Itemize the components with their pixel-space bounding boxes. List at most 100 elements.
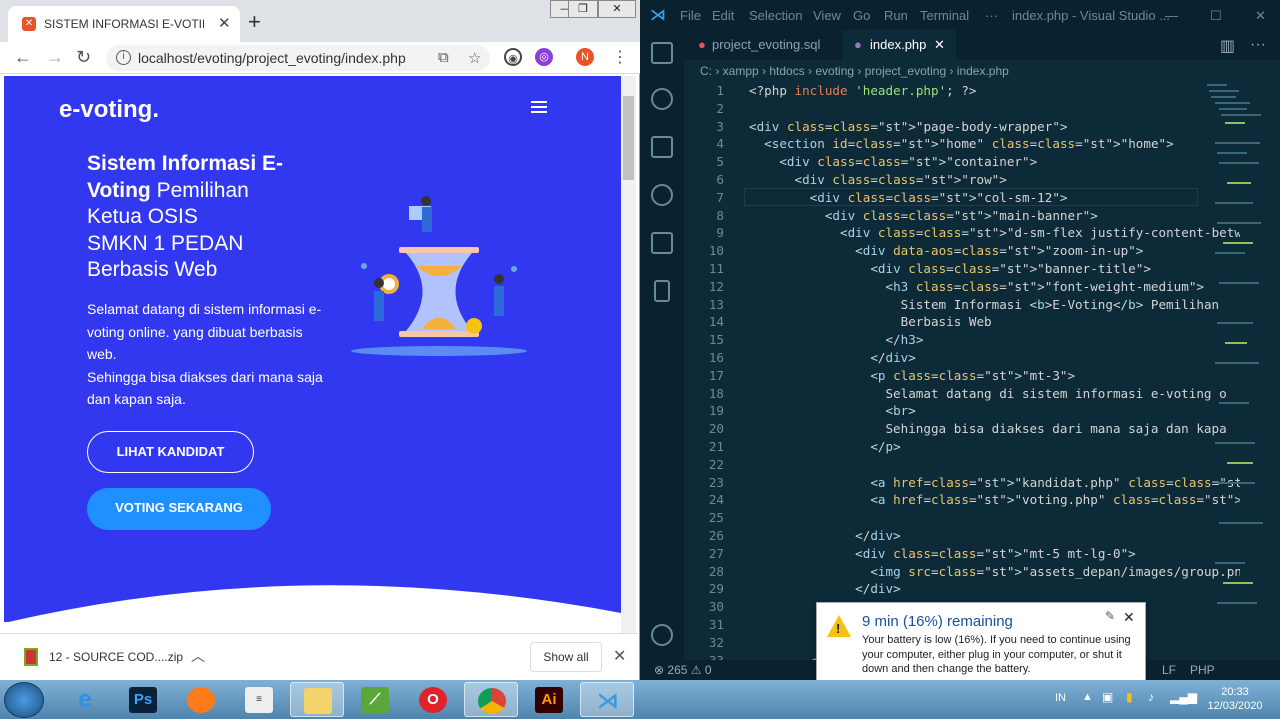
code-line[interactable]: <br> [749, 403, 915, 418]
extensions-icon[interactable] [651, 232, 673, 254]
hamburger-menu-icon[interactable] [531, 101, 547, 113]
page-scrollbar[interactable] [621, 76, 636, 633]
menu-view[interactable]: View [813, 8, 841, 23]
download-file-name[interactable]: 12 - SOURCE COD....zip [49, 650, 183, 664]
vsc-minimize-button[interactable]: — [1165, 8, 1178, 23]
explorer-icon[interactable] [651, 42, 673, 64]
code-line[interactable]: <a href=class="st">"kandidat.php" class=… [749, 475, 1240, 490]
taskbar-notepad[interactable]: ≡ [232, 682, 286, 717]
pin-icon[interactable]: ✎ [1105, 609, 1115, 623]
more-actions-icon[interactable]: ··· [1250, 36, 1266, 54]
taskbar-firefox[interactable] [174, 682, 228, 717]
language-indicator[interactable]: PHP [1190, 660, 1215, 680]
code-line[interactable]: </h3> [749, 332, 923, 347]
code-line[interactable]: Sistem Informasi <b>E-Voting</b> Pemilih… [749, 297, 1219, 312]
menu-run[interactable]: Run [884, 8, 908, 23]
menu-more[interactable]: ··· [985, 8, 998, 23]
bookmark-star-icon[interactable]: ☆ [468, 49, 481, 67]
voting-sekarang-button[interactable]: VOTING SEKARANG [87, 488, 271, 530]
taskbar-ie[interactable]: e [58, 682, 112, 717]
start-button[interactable] [4, 682, 44, 718]
code-line[interactable]: Berbasis Web [749, 314, 992, 329]
tab-project-evoting-sql[interactable]: ● project_evoting.sql [684, 30, 842, 60]
code-line[interactable]: <p class=class="st">"mt-3"> [749, 368, 1075, 383]
clock[interactable]: 20:33 12/03/2020 [1205, 685, 1265, 713]
tab-close-icon[interactable]: ✕ [934, 30, 945, 60]
taskbar-explorer[interactable] [290, 682, 344, 717]
taskbar-photoshop[interactable]: Ps [116, 682, 170, 717]
chevron-up-icon[interactable]: ︿ [191, 646, 205, 666]
extension-icon[interactable]: ◉ [504, 48, 522, 66]
taskbar-illustrator[interactable]: Ai [522, 682, 576, 717]
code-line[interactable]: </div> [749, 528, 901, 543]
code-line[interactable]: <div class=class="st">"col-sm-12"> [749, 190, 1068, 205]
tray-expand-icon[interactable]: ▲ [1082, 691, 1093, 703]
problems-indicator[interactable]: ⊗ 265 ⚠ 0 [654, 660, 712, 680]
back-arrow-icon[interactable]: ← [14, 47, 32, 68]
code-line[interactable]: <div class=class="st">"container"> [749, 154, 1037, 169]
settings-gear-icon[interactable] [651, 624, 673, 646]
code-line[interactable]: <h3 class=class="st">"font-weight-medium… [749, 279, 1204, 294]
tab-index-php[interactable]: ● index.php ✕ [842, 30, 956, 60]
chrome-menu-icon[interactable]: ⋮ [612, 47, 628, 67]
code-line[interactable]: <?php include 'header.php'; ?> [749, 83, 977, 98]
profile-avatar[interactable]: N [576, 48, 594, 66]
vsc-close-button[interactable]: ✕ [1255, 8, 1266, 24]
battery-notification[interactable]: 9 min (16%) remaining Your battery is lo… [816, 602, 1146, 682]
code-line[interactable]: </div> [749, 350, 916, 365]
taskbar-opera[interactable]: O [406, 682, 460, 717]
source-control-icon[interactable] [651, 184, 673, 206]
extension-purple-icon[interactable]: ◎ [535, 48, 553, 66]
volume-icon[interactable]: ♪ [1148, 690, 1154, 704]
taskbar-chrome[interactable] [464, 682, 518, 717]
code-line[interactable]: <div class=class="st">"banner-title"> [749, 261, 1151, 276]
omnibox[interactable]: i localhost/evoting/project_evoting/inde… [106, 45, 490, 71]
show-all-button[interactable]: Show all [530, 642, 602, 672]
code-line[interactable]: <img src=class="st">"assets_depan/images… [749, 564, 1240, 579]
menu-terminal[interactable]: Terminal [920, 8, 969, 23]
code-line[interactable]: <div class=class="st">"mt-5 mt-lg-0"> [749, 546, 1136, 561]
eol-indicator[interactable]: LF [1162, 660, 1176, 680]
reload-icon[interactable]: ↻ [76, 47, 91, 68]
translate-icon[interactable]: ⧉ [438, 49, 449, 66]
breadcrumb[interactable]: C: › xampp › htdocs › evoting › project_… [684, 60, 1280, 82]
close-window-button[interactable]: ✕ [598, 0, 636, 18]
code-line[interactable]: Sehingga bisa diakses dari mana saja dan… [749, 421, 1226, 436]
code-line[interactable]: <div class=class="st">"d-sm-flex justify… [749, 225, 1240, 240]
code-line[interactable]: <a href=class="st">"voting.php" class=cl… [749, 492, 1240, 507]
notification-close-icon[interactable]: ✕ [1123, 609, 1135, 626]
search-icon[interactable] [651, 88, 673, 110]
code-line[interactable]: <section id=class="st">"home" class=clas… [749, 136, 1174, 151]
menu-selection[interactable]: Selection [749, 8, 802, 23]
menu-file[interactable]: File [680, 8, 701, 23]
code-line[interactable]: Selamat datang di sistem informasi e-vot… [749, 386, 1226, 401]
code-line[interactable]: <div class=class="st">"page-body-wrapper… [749, 119, 1068, 134]
forward-arrow-icon[interactable]: → [46, 47, 64, 68]
code-editor[interactable]: 1 <?php include 'header.php'; ?> 2 3 <div cl… [684, 82, 1240, 662]
code-line[interactable]: <div data-aos=class="st">"zoom-in-up"> [749, 243, 1143, 258]
site-brand[interactable]: e-voting. [59, 96, 159, 124]
code-line[interactable]: </div> [749, 581, 901, 596]
remote-icon[interactable] [654, 280, 670, 302]
code-line[interactable]: </p> [749, 439, 900, 454]
lihat-kandidat-button[interactable]: LIHAT KANDIDAT [87, 431, 254, 473]
code-line[interactable]: <div class=class="st">"row"> [749, 172, 1006, 187]
info-icon[interactable]: i [116, 50, 131, 65]
split-editor-icon[interactable]: ▥ [1220, 36, 1235, 56]
browser-tab[interactable]: ✕ SISTEM INFORMASI E-VOTING P ✕ [8, 6, 240, 42]
vsc-maximize-button[interactable]: ☐ [1210, 8, 1222, 24]
new-tab-icon[interactable]: + [248, 9, 261, 35]
tab-close-icon[interactable]: ✕ [218, 14, 231, 32]
menu-go[interactable]: Go [853, 8, 870, 23]
taskbar-sublime[interactable]: ⟋ [348, 682, 402, 717]
taskbar-vscode[interactable]: ⋊ [580, 682, 634, 717]
language-indicator[interactable]: IN [1055, 692, 1066, 704]
network-error-icon[interactable]: ▣ [1102, 690, 1113, 704]
maximize-button[interactable]: ❐ [568, 0, 598, 18]
close-icon[interactable]: ✕ [613, 646, 626, 666]
run-debug-icon[interactable] [651, 136, 673, 158]
code-line[interactable]: <div class=class="st">"main-banner"> [749, 208, 1098, 223]
menu-edit[interactable]: Edit [712, 8, 734, 23]
signal-icon[interactable]: ▂▄▆ [1170, 690, 1197, 704]
battery-warning-icon[interactable]: ▮ [1126, 690, 1133, 704]
